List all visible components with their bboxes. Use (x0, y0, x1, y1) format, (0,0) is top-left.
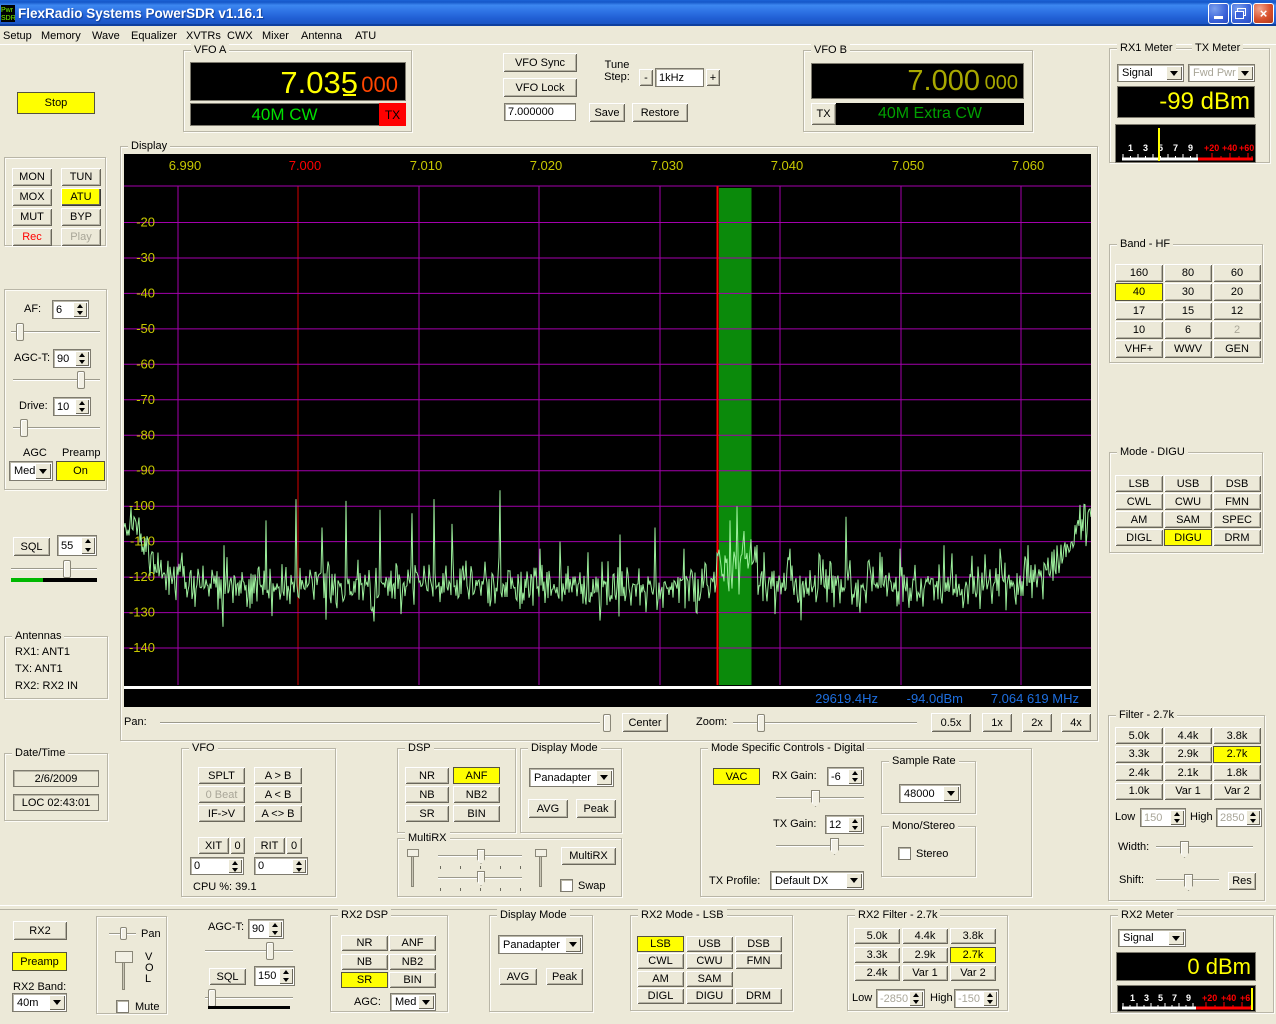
svg-text:9: 9 (1186, 993, 1191, 1003)
svg-text:SDR: SDR (1, 15, 15, 22)
svg-text:-20: -20 (136, 215, 155, 230)
svg-text:7.030: 7.030 (651, 158, 684, 173)
svg-text:-30: -30 (136, 250, 155, 265)
svg-text:-120: -120 (129, 569, 155, 584)
svg-text:-40: -40 (136, 285, 155, 300)
svg-text:7.040: 7.040 (771, 158, 804, 173)
svg-text:Pwr: Pwr (1, 7, 14, 14)
svg-text:-130: -130 (129, 605, 155, 620)
svg-text:+60: +60 (1239, 143, 1254, 153)
svg-text:7.060: 7.060 (1012, 158, 1045, 173)
svg-text:9: 9 (1188, 143, 1193, 153)
svg-text:1: 1 (1130, 993, 1135, 1003)
svg-text:6.990: 6.990 (169, 158, 202, 173)
svg-text:3: 3 (1144, 993, 1149, 1003)
svg-text:7.010: 7.010 (410, 158, 443, 173)
svg-text:7.020: 7.020 (530, 158, 563, 173)
svg-text:-50: -50 (136, 321, 155, 336)
svg-text:-140: -140 (129, 640, 155, 655)
svg-text:1: 1 (1128, 143, 1133, 153)
svg-text:+20: +20 (1202, 993, 1217, 1003)
svg-text:-90: -90 (136, 463, 155, 478)
svg-text:7.000: 7.000 (289, 158, 322, 173)
svg-text:-100: -100 (129, 498, 155, 513)
svg-text:+40: +40 (1221, 993, 1236, 1003)
svg-text:+6: +6 (1240, 993, 1250, 1003)
svg-text:5: 5 (1158, 993, 1163, 1003)
svg-text:-110: -110 (130, 534, 155, 549)
svg-text:3: 3 (1143, 143, 1148, 153)
svg-text:7: 7 (1172, 993, 1177, 1003)
svg-text:-80: -80 (136, 427, 155, 442)
svg-text:+20: +20 (1204, 143, 1219, 153)
svg-text:-60: -60 (136, 356, 155, 371)
svg-text:7.050: 7.050 (892, 158, 925, 173)
svg-text:+40: +40 (1222, 143, 1237, 153)
svg-text:7: 7 (1173, 143, 1178, 153)
svg-text:-70: -70 (136, 392, 155, 407)
